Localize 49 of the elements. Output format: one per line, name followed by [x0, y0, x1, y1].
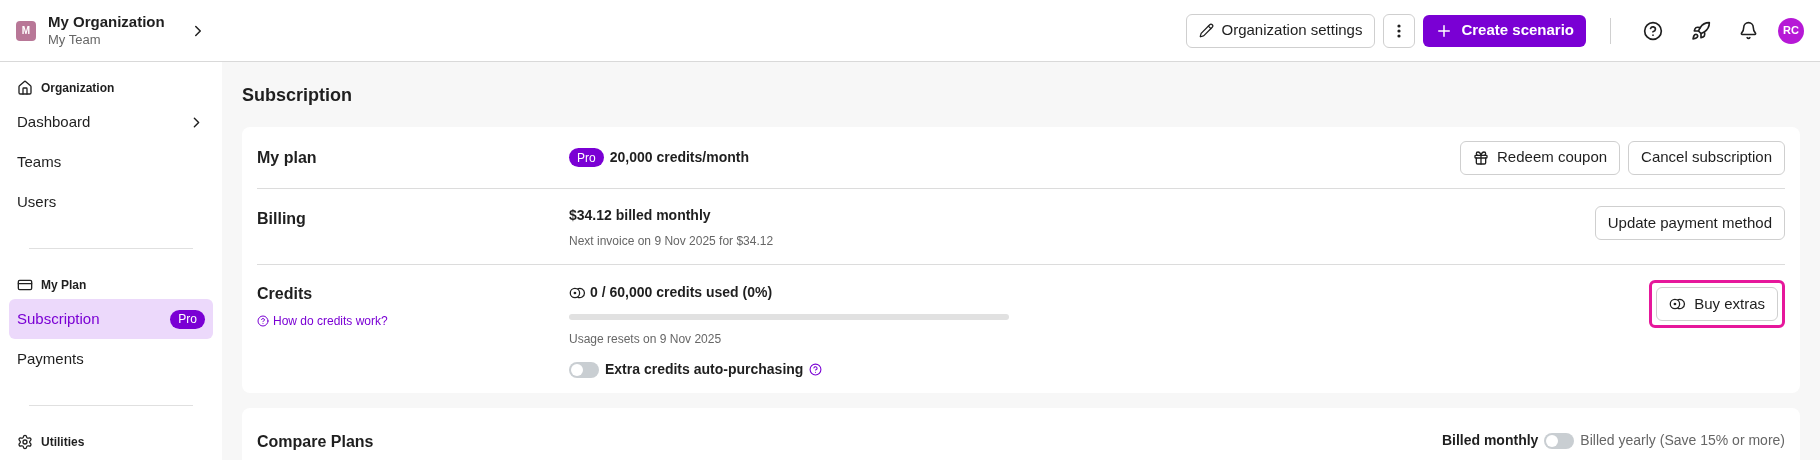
- compare-plans-title: Compare Plans: [257, 432, 374, 452]
- sidebar-section-title: Utilities: [41, 434, 85, 451]
- gift-icon: [1473, 149, 1489, 166]
- help-icon[interactable]: [1643, 20, 1663, 41]
- help-link[interactable]: How do credits work?: [257, 312, 569, 330]
- sidebar-item[interactable]: Payments: [9, 339, 213, 379]
- sidebar-item[interactable]: Users: [9, 182, 213, 222]
- plan-badge: Pro: [170, 309, 205, 329]
- sidebar-item[interactable]: Teams: [9, 142, 213, 182]
- sidebar-section-title: My Plan: [41, 277, 87, 294]
- org-name: My Organization: [48, 13, 165, 32]
- plan-badge: Pro: [569, 148, 604, 167]
- sidebar-item[interactable]: Subscription Pro: [9, 299, 213, 339]
- buy-extras-button[interactable]: Buy extras: [1656, 287, 1778, 321]
- billing-period-label: Billed monthly: [1441, 431, 1539, 450]
- coins-icon: [1669, 298, 1687, 310]
- pencil-icon: [1198, 23, 1214, 38]
- toggle-switch[interactable]: [569, 361, 599, 378]
- help-icon: [257, 315, 269, 327]
- sidebar-item[interactable]: Dashboard: [9, 102, 213, 142]
- organization-settings-button[interactable]: Organization settings: [1185, 13, 1376, 48]
- user-avatar[interactable]: RC: [1778, 17, 1804, 44]
- plan-action-button[interactable]: Cancel subscription: [1628, 140, 1785, 175]
- toggle-switch[interactable]: [1544, 432, 1575, 449]
- credits-usage: 0 / 60,000 credits used (0%): [590, 283, 773, 302]
- plan-action-button[interactable]: Redeem coupon: [1460, 140, 1621, 175]
- usage-reset-text: Usage resets on 9 Nov 2025: [569, 331, 723, 348]
- notifications-icon[interactable]: [1739, 21, 1758, 40]
- settings-icon: [17, 434, 33, 450]
- help-icon[interactable]: [809, 363, 823, 376]
- coins-icon: [569, 286, 586, 299]
- rocket-icon[interactable]: [1691, 20, 1711, 41]
- sidebar-section-title: Organization: [41, 80, 115, 97]
- row-label: My plan: [257, 147, 318, 168]
- row-label: Credits: [257, 284, 314, 304]
- next-invoice-text: Next invoice on 9 Nov 2025 for $34.12: [569, 233, 774, 250]
- more-options-icon: [1397, 23, 1402, 38]
- page-title: Subscription: [242, 84, 353, 104]
- org-avatar: M: [16, 20, 36, 41]
- auto-purchase-label: Extra credits auto-purchasing: [605, 360, 804, 379]
- home-icon: [17, 80, 33, 96]
- create-scenario-button[interactable]: Create scenario: [1423, 14, 1586, 47]
- team-name: My Team: [48, 31, 102, 48]
- row-label: Billing: [257, 209, 307, 229]
- plan-credits: 20,000 credits/month: [609, 148, 749, 167]
- update-payment-button[interactable]: Update payment method: [1594, 206, 1785, 240]
- billing-amount: $34.12 billed monthly: [569, 206, 712, 225]
- billing-period-label: Billed yearly (Save 15% or more): [1580, 431, 1785, 450]
- credit-card-icon: [17, 277, 33, 293]
